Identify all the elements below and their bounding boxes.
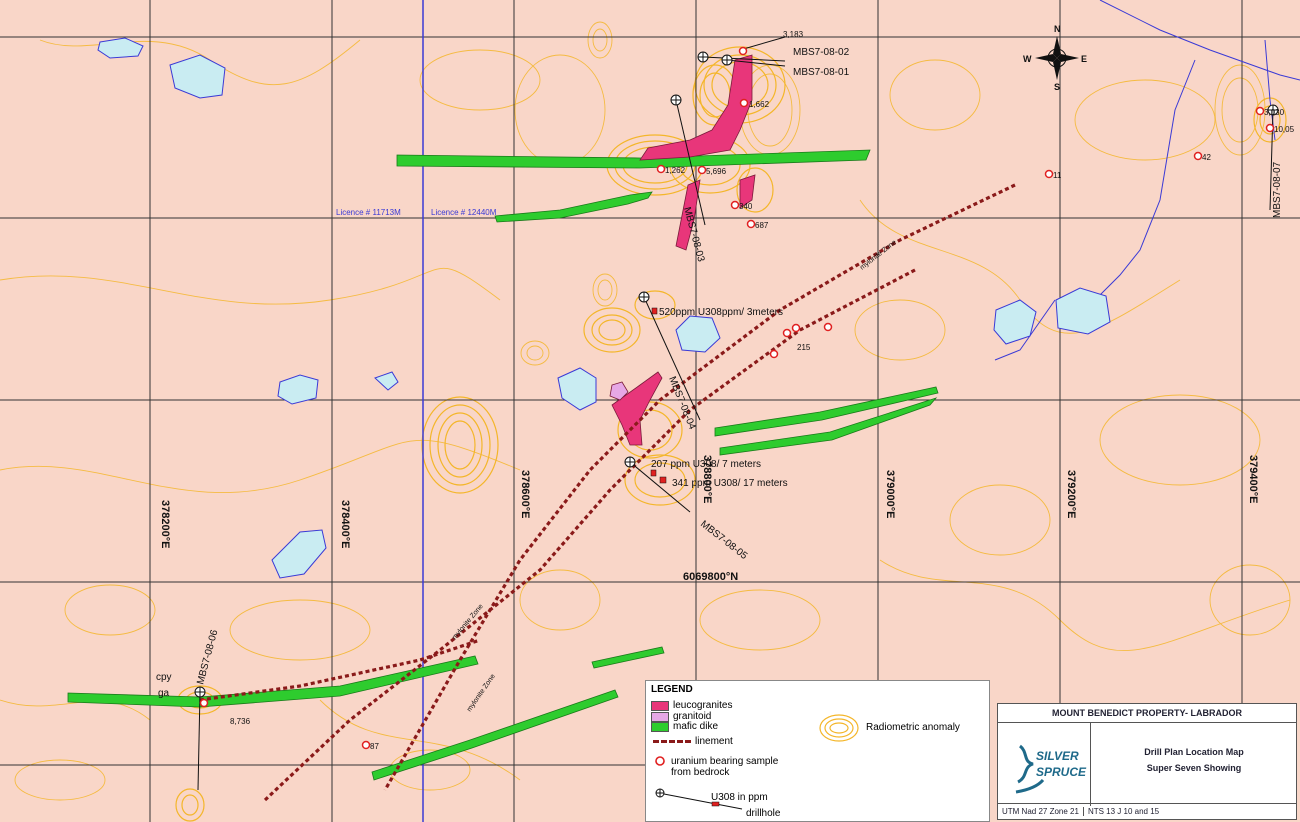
sample-value: 11 bbox=[1053, 171, 1062, 180]
footer-left: UTM Nad 27 Zone 21 bbox=[998, 807, 1084, 816]
legend-item-linement: linement bbox=[653, 736, 733, 747]
mineral-label: ga bbox=[158, 688, 170, 699]
sample-marker bbox=[746, 219, 756, 229]
legend-item-mafic-dike: mafic dike bbox=[651, 721, 718, 732]
logo-line-1: SILVER bbox=[1036, 749, 1079, 763]
sample-value: 1,262 bbox=[665, 166, 686, 175]
drillhole-label: MBS7-08-07 bbox=[1272, 161, 1283, 218]
title-subtitle: Drill Plan Location Map Super Seven Show… bbox=[1090, 744, 1298, 776]
footer-right: NTS 13 J 10 and 15 bbox=[1087, 807, 1160, 816]
easting-label: 379000°E bbox=[884, 470, 896, 518]
title-line-1: Drill Plan Location Map bbox=[1144, 747, 1244, 757]
easting-label: 379200°E bbox=[1065, 470, 1077, 518]
sample-marker bbox=[782, 328, 792, 338]
drillhole-label: MBS7-08-01 bbox=[793, 67, 850, 78]
northing-label: 6069800°N bbox=[683, 571, 738, 583]
sample-marker bbox=[1193, 151, 1203, 161]
sample-marker bbox=[656, 164, 666, 174]
map-legend: LEGEND leucogranites granitoid mafic dik… bbox=[645, 680, 990, 822]
compass-s: S bbox=[1054, 82, 1060, 92]
sample-value: 3,030 bbox=[1264, 108, 1285, 117]
linement-swatch bbox=[653, 740, 691, 743]
sample-marker bbox=[823, 322, 833, 332]
leucogranite-swatch bbox=[651, 700, 669, 711]
legend-label: Radiometric anomaly bbox=[866, 722, 960, 733]
easting-label: 378400°E bbox=[339, 500, 351, 548]
legend-label: linement bbox=[695, 736, 733, 747]
company-logo: SILVER SPRUCE bbox=[998, 722, 1091, 806]
legend-label: mafic dike bbox=[673, 721, 719, 732]
legend-item-uranium-sample-2: from bedrock bbox=[671, 767, 729, 778]
easting-label: 378600°E bbox=[519, 470, 531, 518]
legend-label: uranium bearing sample bbox=[671, 755, 779, 767]
sample-marker bbox=[1255, 106, 1265, 116]
drillhole-symbol-icon bbox=[655, 788, 743, 810]
sample-marker-icon bbox=[655, 756, 665, 766]
intercept-label: 207 ppm U308/ 7 meters bbox=[651, 459, 761, 470]
mafic-dike-swatch bbox=[651, 721, 669, 732]
sample-marker bbox=[730, 200, 740, 210]
spruce-logo-icon: SILVER SPRUCE bbox=[1015, 744, 1087, 794]
compass-w: W bbox=[1023, 54, 1032, 64]
sample-value: 87 bbox=[370, 742, 379, 751]
legend-label: leucogranites bbox=[673, 700, 733, 711]
title-heading: MOUNT BENEDICT PROPERTY- LABRADOR bbox=[998, 704, 1296, 723]
sample-marker bbox=[791, 323, 801, 333]
intercept-label: 341 ppm U308/ 17 meters bbox=[672, 478, 788, 489]
licence-label: Licence # 11713M bbox=[336, 208, 401, 217]
sample-marker bbox=[739, 98, 749, 108]
legend-label: from bedrock bbox=[671, 767, 730, 778]
title-line-2: Super Seven Showing bbox=[1146, 763, 1242, 773]
easting-label: 379400°E bbox=[1247, 455, 1259, 503]
sample-value: 10,05 bbox=[1274, 125, 1295, 134]
sample-value: 215 bbox=[797, 343, 811, 352]
compass-n: N bbox=[1054, 24, 1061, 34]
legend-item-uranium-sample: uranium bearing sample bbox=[653, 754, 778, 768]
compass-e: E bbox=[1081, 54, 1087, 64]
sample-marker bbox=[738, 46, 748, 56]
granitoid-swatch bbox=[651, 711, 669, 722]
legend-label: drillhole bbox=[746, 808, 781, 819]
sample-marker bbox=[361, 740, 371, 750]
mineral-label: cpy bbox=[156, 672, 172, 683]
sample-marker bbox=[199, 698, 209, 708]
radiometric-anomaly-icon bbox=[819, 714, 859, 742]
legend-item-radiometric: Radiometric anomaly bbox=[866, 722, 960, 733]
drillhole-label: MBS7-08-02 bbox=[793, 47, 850, 58]
sample-marker bbox=[1265, 123, 1275, 133]
title-block: MOUNT BENEDICT PROPERTY- LABRADOR SILVER… bbox=[997, 703, 1297, 820]
sample-value: 5,696 bbox=[706, 167, 727, 176]
sample-value: 687 bbox=[755, 221, 769, 230]
sample-value: 1,662 bbox=[749, 100, 770, 109]
legend-item-drillhole: drillhole bbox=[746, 808, 780, 819]
title-footer: UTM Nad 27 Zone 21 NTS 13 J 10 and 15 bbox=[998, 803, 1296, 819]
sample-value: 340 bbox=[739, 202, 753, 211]
legend-item-leucogranites: leucogranites bbox=[651, 700, 732, 711]
legend-title: LEGEND bbox=[651, 684, 693, 695]
sample-marker bbox=[769, 349, 779, 359]
easting-label: 378200°E bbox=[159, 500, 171, 548]
sample-value: 8,736 bbox=[230, 717, 251, 726]
intercept-label: 520ppm U308ppm/ 3meters bbox=[659, 307, 783, 318]
logo-line-2: SPRUCE bbox=[1036, 765, 1087, 779]
sample-marker bbox=[1044, 169, 1054, 179]
licence-label: Licence # 12440M bbox=[431, 208, 497, 217]
sample-value: 42 bbox=[1202, 153, 1211, 162]
sample-marker bbox=[697, 165, 707, 175]
sample-value: 3,183 bbox=[783, 30, 804, 39]
